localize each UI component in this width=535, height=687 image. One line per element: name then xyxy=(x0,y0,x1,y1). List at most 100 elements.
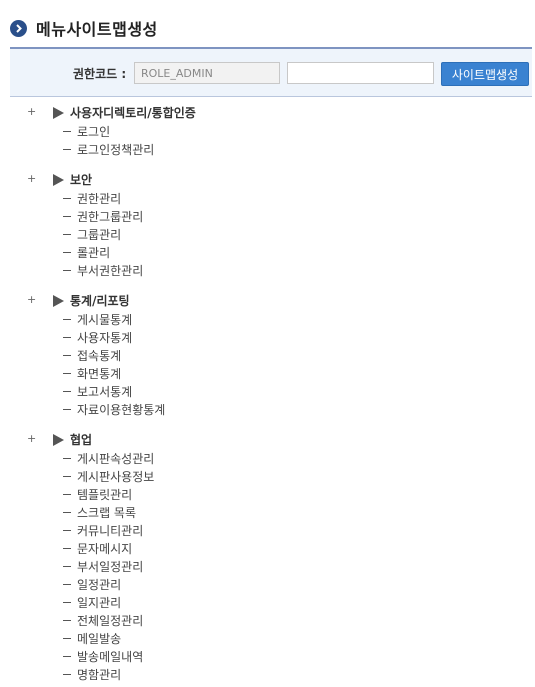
tree-item-label: 부서권한관리 xyxy=(77,263,144,278)
dash-icon xyxy=(63,318,71,320)
tree-item[interactable]: 메일발송 xyxy=(0,629,535,647)
sitemap-tree: + 사용자디렉토리/통합인증로그인로그인정책관리 + 보안권한관리 권한그룹관리그룹관리… xyxy=(0,104,535,683)
tree-group-header: + 통계/리포팅 xyxy=(0,292,535,310)
dash-icon xyxy=(63,354,71,356)
dash-icon xyxy=(63,197,71,199)
tree-item[interactable]: 일정관리 xyxy=(0,575,535,593)
dash-icon xyxy=(63,637,71,639)
tree-item[interactable]: 권한관리 xyxy=(0,189,535,207)
tree-item-label: 사용자통계 xyxy=(77,330,133,345)
tree-item-label: 롤관리 xyxy=(77,245,111,260)
tree-item[interactable]: 커뮤니티관리 xyxy=(0,521,535,539)
tree-item-label: 권한관리 xyxy=(77,191,122,206)
tree-item-label: 게시물통계 xyxy=(77,312,133,327)
expand-toggle-icon[interactable]: + xyxy=(27,172,37,185)
dash-icon xyxy=(63,529,71,531)
triangle-right-icon xyxy=(53,106,64,119)
role-code-label: 권한코드 : xyxy=(73,67,127,81)
tree-item[interactable]: 권한그룹관리 xyxy=(0,207,535,225)
tree-item[interactable]: 전체일정관리 xyxy=(0,611,535,629)
tree-group: + 협업게시판속성관리게시판사용정보템플릿관리스크랩 목록커뮤니티관리문자메시지 부… xyxy=(0,431,535,683)
role-code-input[interactable] xyxy=(134,62,280,84)
tree-item[interactable]: 그룹관리 xyxy=(0,225,535,243)
tree-item[interactable]: 게시판속성관리 xyxy=(0,449,535,467)
tree-item[interactable]: 보고서통계 xyxy=(0,382,535,400)
dash-icon xyxy=(63,408,71,410)
tree-group-title[interactable]: 협업 xyxy=(53,431,92,448)
tree-item-label: 메일발송 xyxy=(77,631,122,646)
dash-icon xyxy=(63,583,71,585)
tree-item-label: 화면통계 xyxy=(77,366,122,381)
tree-item[interactable]: 부서일정관리 xyxy=(0,557,535,575)
dash-icon xyxy=(63,390,71,392)
dash-icon xyxy=(63,148,71,150)
tree-item-label: 일정관리 xyxy=(77,577,122,592)
triangle-right-icon xyxy=(53,433,64,446)
tree-item[interactable]: 부서권한관리 xyxy=(0,261,535,279)
tree-item[interactable]: 게시물통계 xyxy=(0,310,535,328)
dash-icon xyxy=(63,673,71,675)
dash-icon xyxy=(63,547,71,549)
tree-item[interactable]: 로그인정책관리 xyxy=(0,140,535,158)
chevron-right-icon xyxy=(10,19,27,37)
expand-toggle-icon[interactable]: + xyxy=(27,293,37,306)
dash-icon xyxy=(63,601,71,603)
dash-icon xyxy=(63,251,71,253)
dash-icon xyxy=(63,336,71,338)
tree-item-label: 전체일정관리 xyxy=(77,613,144,628)
tree-group-header: + 사용자디렉토리/통합인증 xyxy=(0,104,535,122)
triangle-right-icon xyxy=(53,173,64,186)
dash-icon xyxy=(63,372,71,374)
dash-icon xyxy=(63,619,71,621)
dash-icon xyxy=(63,457,71,459)
triangle-right-icon xyxy=(53,294,64,307)
tree-item[interactable]: 로그인 xyxy=(0,122,535,140)
dash-icon xyxy=(63,233,71,235)
tree-group-title[interactable]: 사용자디렉토리/통합인증 xyxy=(53,104,196,121)
tree-group-title[interactable]: 보안 xyxy=(53,171,92,188)
tree-item[interactable]: 화면통계 xyxy=(0,364,535,382)
dash-icon xyxy=(63,493,71,495)
tree-item[interactable]: 일지관리 xyxy=(0,593,535,611)
tree-item-label: 커뮤니티관리 xyxy=(77,523,144,538)
tree-item[interactable]: 게시판사용정보 xyxy=(0,467,535,485)
generate-sitemap-button[interactable]: 사이트맵생성 xyxy=(441,62,529,86)
tree-group-title[interactable]: 통계/리포팅 xyxy=(53,292,130,309)
tree-group-header: + 보안 xyxy=(0,171,535,189)
dash-icon xyxy=(63,130,71,132)
role-name-input[interactable] xyxy=(287,62,434,84)
tree-item[interactable]: 발송메일내역 xyxy=(0,647,535,665)
dash-icon xyxy=(63,215,71,217)
expand-toggle-icon[interactable]: + xyxy=(27,432,37,445)
tree-item[interactable]: 사용자통계 xyxy=(0,328,535,346)
tree-group-label: 통계/리포팅 xyxy=(70,294,130,308)
tree-item[interactable]: 접속통계 xyxy=(0,346,535,364)
tree-group: + 보안권한관리 권한그룹관리그룹관리롤관리부서권한관리 xyxy=(0,171,535,279)
dash-icon xyxy=(63,655,71,657)
tree-item[interactable]: 문자메시지 xyxy=(0,539,535,557)
dash-icon xyxy=(63,511,71,513)
tree-item-label: 로그인 xyxy=(77,124,111,139)
tree-group-label: 협업 xyxy=(70,433,93,447)
tree-item[interactable]: 템플릿관리 xyxy=(0,485,535,503)
dash-icon xyxy=(63,475,71,477)
tree-item-label: 스크랩 목록 xyxy=(77,505,137,520)
tree-group-header: + 협업 xyxy=(0,431,535,449)
tree-item-label: 그룹관리 xyxy=(77,227,122,242)
dash-icon xyxy=(63,565,71,567)
dash-icon xyxy=(63,269,71,271)
tree-item-label: 게시판사용정보 xyxy=(77,469,155,484)
tree-item-label: 템플릿관리 xyxy=(77,487,133,502)
tree-item[interactable]: 스크랩 목록 xyxy=(0,503,535,521)
page-header: 메뉴사이트맵생성 xyxy=(10,16,158,40)
tree-group: + 통계/리포팅게시물통계사용자통계 접속통계화면통계 보고서통계 자료이용현황통계 xyxy=(0,292,535,418)
tree-group: + 사용자디렉토리/통합인증로그인로그인정책관리 xyxy=(0,104,535,158)
tree-item[interactable]: 롤관리 xyxy=(0,243,535,261)
expand-toggle-icon[interactable]: + xyxy=(27,105,37,118)
page-title: 메뉴사이트맵생성 xyxy=(36,20,158,39)
tree-item-label: 로그인정책관리 xyxy=(77,142,155,157)
tree-item[interactable]: 명함관리 xyxy=(0,665,535,683)
tree-item[interactable]: 자료이용현황통계 xyxy=(0,400,535,418)
tree-item-label: 문자메시지 xyxy=(77,541,133,556)
tree-item-label: 일지관리 xyxy=(77,595,122,610)
